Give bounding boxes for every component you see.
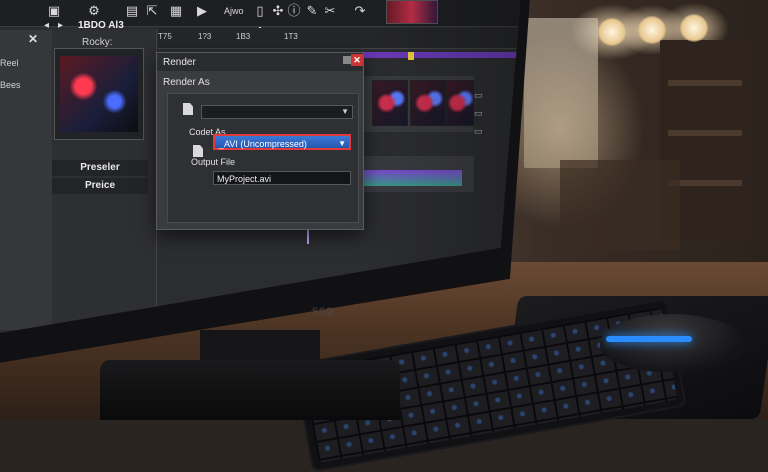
menu-label[interactable]: Ajwo: [224, 6, 244, 16]
dining-furniture: [560, 160, 680, 250]
timeline-ruler[interactable]: T75 1?3 1B3 1T3: [158, 28, 522, 49]
chevron-down-icon: ▼: [341, 107, 349, 116]
folder-icon[interactable]: ▤: [124, 4, 140, 20]
dialog-title: Render: [163, 57, 196, 68]
right-toolbar: ▭ ▭ ▭: [474, 90, 504, 144]
video-clip[interactable]: [446, 80, 474, 126]
tool-icon[interactable]: ▭: [474, 126, 504, 144]
ruler-label: T75: [158, 32, 172, 41]
chevron-right-icon[interactable]: ▸: [58, 20, 63, 31]
dialog-titlebar[interactable]: Render ✕: [157, 53, 363, 71]
file-icon: [193, 145, 203, 157]
ruler-label: 1?3: [198, 32, 212, 41]
left-panel-item[interactable]: Bees: [0, 80, 21, 90]
monitor-stand: [100, 360, 400, 420]
mouse-glow: [606, 336, 692, 342]
info-icon[interactable]: ⓘ: [286, 4, 302, 20]
window-light: [524, 18, 598, 168]
output-file-value: MyProject.avi: [217, 174, 272, 184]
ruler-label: 1B3: [236, 32, 251, 41]
audio-clip[interactable]: [362, 170, 462, 186]
tool-icon[interactable]: ▭: [474, 90, 504, 108]
ruler-label: 1T3: [284, 32, 298, 41]
preice-button[interactable]: Preice: [52, 178, 148, 194]
format-select[interactable]: _AVI (Uncompressed) ▼: [213, 134, 351, 150]
format-value: _AVI (Uncompressed): [219, 139, 307, 149]
chevron-down-icon: ▼: [338, 139, 346, 148]
output-file-field[interactable]: MyProject.avi: [213, 171, 351, 185]
render-as-heading: Render As: [163, 77, 210, 88]
close-icon[interactable]: ✕: [351, 54, 363, 66]
file-icon: [183, 103, 193, 115]
media-thumbnail[interactable]: [60, 56, 138, 132]
media-title: 1BDO Al3: [78, 20, 124, 31]
file-icon[interactable]: ▯: [252, 4, 268, 20]
tool-icon[interactable]: ▭: [474, 108, 504, 126]
video-clip[interactable]: [372, 80, 408, 126]
minimize-icon[interactable]: [343, 56, 351, 64]
output-file-label: Output File: [191, 157, 236, 167]
timeline-marker[interactable]: [408, 52, 414, 60]
pendant-light: [598, 18, 626, 46]
preview-thumbnail: [386, 0, 438, 24]
video-clip[interactable]: [410, 80, 446, 126]
play-icon[interactable]: ▶: [194, 4, 210, 20]
redo-icon[interactable]: ↷: [352, 4, 368, 20]
save-icon[interactable]: ▣: [46, 4, 62, 20]
left-panel: [0, 30, 56, 330]
media-subtitle: Rocky:: [82, 37, 113, 48]
preseler-button[interactable]: Preseler: [52, 160, 148, 176]
cursor-icon[interactable]: ✣: [270, 4, 286, 20]
mouse[interactable]: [600, 314, 744, 372]
cut-icon[interactable]: ✂: [322, 4, 338, 20]
left-panel-item[interactable]: Reel: [0, 58, 19, 68]
pendant-light: [680, 14, 708, 42]
close-icon[interactable]: ✕: [28, 32, 38, 46]
render-dialog: Render ✕ Render As ▼ Codet As _AVI (Unco…: [156, 52, 364, 230]
grid-icon[interactable]: ▦: [168, 4, 184, 20]
monitor-brand: SSQ: [312, 306, 335, 316]
template-select[interactable]: ▼: [201, 105, 353, 119]
chat-icon[interactable]: ✎: [304, 4, 320, 20]
pendant-light: [638, 16, 666, 44]
export-icon[interactable]: ⇱: [144, 4, 160, 20]
chevron-left-icon[interactable]: ◂: [44, 20, 49, 31]
settings-icon[interactable]: ⚙: [86, 4, 102, 20]
